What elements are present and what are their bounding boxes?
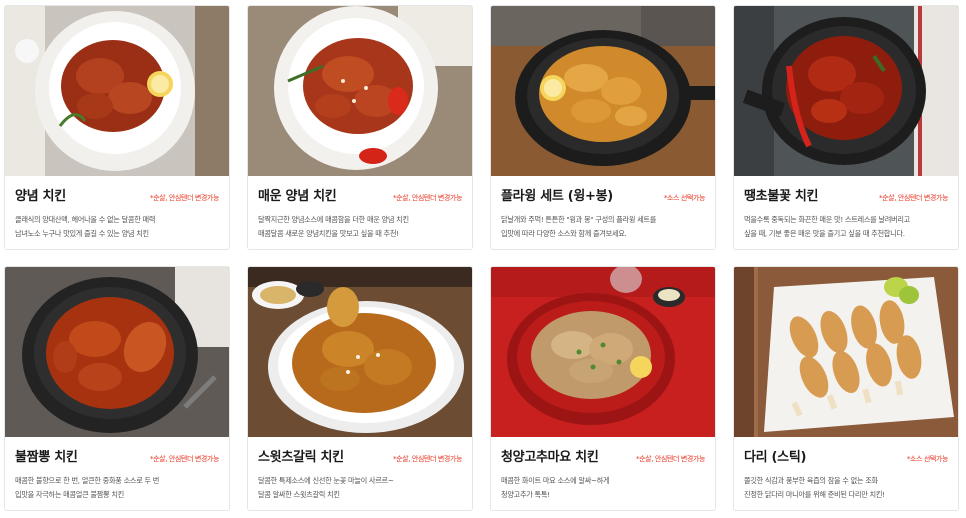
menu-grid: 양념 치킨 *순살, 안심텐더 변경가능 클래식의 양대산맥, 헤어나올 수 없… (4, 5, 959, 511)
menu-card[interactable]: 매운 양념 치킨 *순살, 안심텐더 변경가능 달짝지근한 양념소스에 매콤함을… (247, 5, 473, 250)
menu-desc-line: 진정한 닭다리 마니아를 위해 준비된 다리만 치킨! (744, 490, 885, 499)
option-badge: *순살, 안심텐더 변경가능 (150, 455, 219, 463)
menu-card[interactable]: 땡초불꽃 치킨 *순살, 안심텐더 변경가능 먹을수록 중독되는 화끈한 매운 … (733, 5, 959, 250)
menu-desc-line: 먹을수록 중독되는 화끈한 매운 맛! 스트레스를 날려버리고 (744, 215, 910, 224)
option-badge: *순살, 안심텐더 변경가능 (393, 455, 462, 463)
menu-card[interactable]: 불짬뽕 치킨 *순살, 안심텐더 변경가능 매콤한 불향으로 한 번, 얼큰한 … (4, 266, 230, 511)
menu-card[interactable]: 스윗츠갈릭 치킨 *순살, 안심텐더 변경가능 달콤한 특제소스에 신선한 눈꽃… (247, 266, 473, 511)
menu-name: 매운 양념 치킨 (258, 189, 337, 204)
menu-name: 스윗츠갈릭 치킨 (258, 450, 344, 465)
menu-name: 플라윙 세트 (윙+봉) (501, 189, 613, 204)
menu-name: 불짬뽕 치킨 (15, 450, 78, 465)
menu-card[interactable]: 청양고추마요 치킨 *순살, 안심텐더 변경가능 매콤한 화이트 마요 소스에 … (490, 266, 716, 511)
menu-desc-line: 입맛을 자극하는 매콤얼큰 불짬뽕 치킨 (15, 490, 124, 499)
menu-desc-line: 매콤한 화이트 마요 소스에 알싸~하게 (501, 476, 610, 485)
menu-desc-line: 매콤달콤 새로운 양념치킨을 맛보고 싶을 때 추천! (258, 229, 399, 238)
option-badge: *소스 선택가능 (663, 194, 706, 202)
menu-card[interactable]: 플라윙 세트 (윙+봉) *소스 선택가능 닭날개와 주먹! 튼튼한 "윙과 봉… (490, 5, 716, 250)
menu-photo[interactable] (734, 267, 958, 437)
menu-desc-line: 싶을 때, 기분 좋은 매운 맛을 즐기고 싶을 때 추천합니다. (744, 229, 905, 238)
menu-desc-line: 클래식의 양대산맥, 헤어나올 수 없는 달콤한 매력 (15, 215, 156, 224)
menu-desc-line: 남녀노소 누구나 맛있게 즐길 수 있는 양념 치킨 (15, 229, 149, 238)
menu-photo[interactable] (491, 267, 715, 437)
menu-card[interactable]: 다리 (스틱) *소스 선택가능 쫄깃한 식감과 풍부한 육즙의 참을 수 없는… (733, 266, 959, 511)
menu-desc-line: 입맛에 따라 다양한 소스와 함께 즐겨보세요. (501, 229, 627, 238)
option-badge: *순살, 안심텐더 변경가능 (636, 455, 705, 463)
menu-name: 양념 치킨 (15, 189, 66, 204)
menu-photo[interactable] (248, 267, 472, 437)
menu-name: 청양고추마요 치킨 (501, 450, 599, 465)
menu-desc-line: 달짝지근한 양념소스에 매콤함을 더한 매운 양념 치킨 (258, 215, 409, 224)
menu-photo[interactable] (734, 6, 958, 176)
menu-photo[interactable] (491, 6, 715, 176)
menu-desc-line: 매콤한 불향으로 한 번, 얼큰한 중화풍 소스로 두 번 (15, 476, 160, 485)
menu-desc-line: 달콤한 특제소스에 신선한 눈꽃 마늘이 사르르~ (258, 476, 394, 485)
menu-photo[interactable] (5, 6, 229, 176)
option-badge: *순살, 안심텐더 변경가능 (150, 194, 219, 202)
menu-desc-line: 닭날개와 주먹! 튼튼한 "윙과 봉" 구성의 플라윙 세트를 (501, 215, 657, 224)
menu-photo[interactable] (5, 267, 229, 437)
option-badge: *순살, 안심텐더 변경가능 (393, 194, 462, 202)
menu-photo[interactable] (248, 6, 472, 176)
option-badge: *순살, 안심텐더 변경가능 (879, 194, 948, 202)
menu-name: 다리 (스틱) (744, 450, 807, 465)
menu-desc-line: 달콤 알싸한 스윗츠갈릭 치킨 (258, 490, 340, 499)
menu-desc-line: 쫄깃한 식감과 풍부한 육즙의 참을 수 없는 조화 (744, 476, 878, 485)
menu-desc-line: 청양고추가 톡톡! (501, 490, 550, 499)
menu-name: 땡초불꽃 치킨 (744, 189, 819, 204)
option-badge: *소스 선택가능 (906, 455, 949, 463)
menu-card[interactable]: 양념 치킨 *순살, 안심텐더 변경가능 클래식의 양대산맥, 헤어나올 수 없… (4, 5, 230, 250)
